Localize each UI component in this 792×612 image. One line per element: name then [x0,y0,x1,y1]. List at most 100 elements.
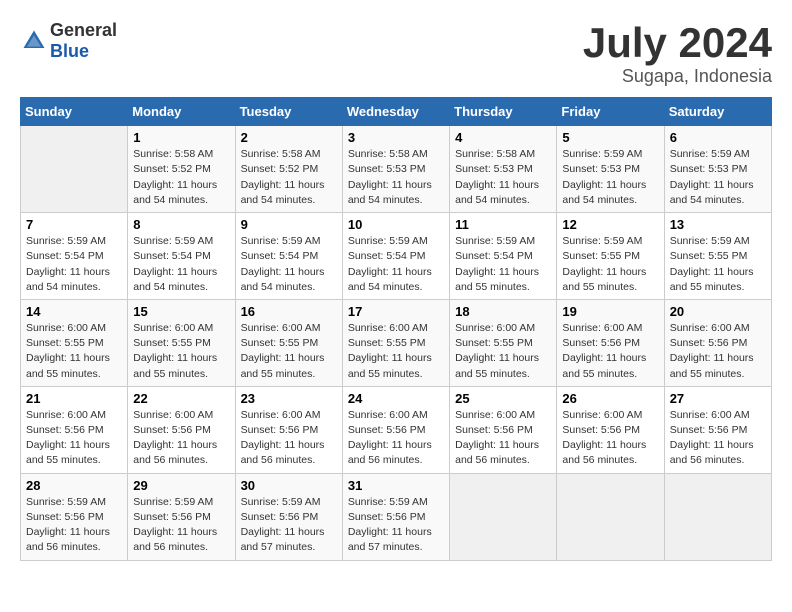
day-cell [21,126,128,213]
day-number: 14 [26,304,122,319]
day-cell: 28Sunrise: 5:59 AM Sunset: 5:56 PM Dayli… [21,473,128,560]
main-title: July 2024 [583,20,772,66]
day-info: Sunrise: 6:00 AM Sunset: 5:56 PM Dayligh… [562,321,658,382]
day-number: 19 [562,304,658,319]
day-cell: 4 Sunrise: 5:58 AM Sunset: 5:53 PM Daylig… [450,126,557,213]
day-cell: 10 Sunrise: 5:59 AM Sunset: 5:54 PM Dayli… [342,213,449,300]
day-info: Sunrise: 6:00 AM Sunset: 5:55 PM Dayligh… [133,321,229,382]
day-info: Sunrise: 6:00 AM Sunset: 5:55 PM Dayligh… [26,321,122,382]
day-cell: 29Sunrise: 5:59 AM Sunset: 5:56 PM Dayli… [128,473,235,560]
day-number: 5 [562,130,658,145]
day-info: Sunrise: 6:00 AM Sunset: 5:56 PM Dayligh… [670,408,766,469]
day-info: Sunrise: 5:59 AM Sunset: 5:54 PM Dayligh… [455,234,551,295]
day-number: 24 [348,391,444,406]
week-row-4: 28Sunrise: 5:59 AM Sunset: 5:56 PM Dayli… [21,473,772,560]
day-info: Sunrise: 5:59 AM Sunset: 5:54 PM Dayligh… [348,234,444,295]
day-number: 4 [455,130,551,145]
day-number: 3 [348,130,444,145]
day-cell: 17Sunrise: 6:00 AM Sunset: 5:55 PM Dayli… [342,299,449,386]
day-cell: 13 Sunrise: 5:59 AM Sunset: 5:55 PM Dayli… [664,213,771,300]
day-number: 10 [348,217,444,232]
day-number: 30 [241,478,337,493]
day-cell: 12 Sunrise: 5:59 AM Sunset: 5:55 PM Dayli… [557,213,664,300]
header-cell-wednesday: Wednesday [342,98,449,126]
day-cell [450,473,557,560]
day-info: Sunrise: 5:59 AM Sunset: 5:54 PM Dayligh… [26,234,122,295]
day-info: Sunrise: 6:00 AM Sunset: 5:55 PM Dayligh… [241,321,337,382]
header-cell-saturday: Saturday [664,98,771,126]
day-number: 15 [133,304,229,319]
day-number: 1 [133,130,229,145]
day-number: 8 [133,217,229,232]
day-cell: 27 Sunrise: 6:00 AM Sunset: 5:56 PM Dayli… [664,386,771,473]
header-cell-monday: Monday [128,98,235,126]
day-number: 9 [241,217,337,232]
day-cell: 9 Sunrise: 5:59 AM Sunset: 5:54 PM Daylig… [235,213,342,300]
day-number: 26 [562,391,658,406]
day-number: 12 [562,217,658,232]
day-cell [557,473,664,560]
header: General Blue July 2024 Sugapa, Indonesia [20,20,772,87]
day-info: Sunrise: 5:59 AM Sunset: 5:55 PM Dayligh… [562,234,658,295]
day-cell: 24Sunrise: 6:00 AM Sunset: 5:56 PM Dayli… [342,386,449,473]
header-cell-thursday: Thursday [450,98,557,126]
header-row: SundayMondayTuesdayWednesdayThursdayFrid… [21,98,772,126]
week-row-3: 21 Sunrise: 6:00 AM Sunset: 5:56 PM Dayli… [21,386,772,473]
day-cell: 16 Sunrise: 6:00 AM Sunset: 5:55 PM Dayli… [235,299,342,386]
day-number: 22 [133,391,229,406]
day-number: 18 [455,304,551,319]
day-info: Sunrise: 6:00 AM Sunset: 5:56 PM Dayligh… [26,408,122,469]
day-info: Sunrise: 5:58 AM Sunset: 5:53 PM Dayligh… [348,147,444,208]
day-info: Sunrise: 6:00 AM Sunset: 5:56 PM Dayligh… [241,408,337,469]
day-cell: 15 Sunrise: 6:00 AM Sunset: 5:55 PM Dayli… [128,299,235,386]
day-number: 20 [670,304,766,319]
day-cell: 14 Sunrise: 6:00 AM Sunset: 5:55 PM Dayli… [21,299,128,386]
day-info: Sunrise: 5:59 AM Sunset: 5:55 PM Dayligh… [670,234,766,295]
day-info: Sunrise: 6:00 AM Sunset: 5:56 PM Dayligh… [670,321,766,382]
day-cell: 5 Sunrise: 5:59 AM Sunset: 5:53 PM Daylig… [557,126,664,213]
day-number: 16 [241,304,337,319]
day-number: 21 [26,391,122,406]
day-cell: 6 Sunrise: 5:59 AM Sunset: 5:53 PM Daylig… [664,126,771,213]
day-info: Sunrise: 5:59 AM Sunset: 5:53 PM Dayligh… [670,147,766,208]
day-cell: 7 Sunrise: 5:59 AM Sunset: 5:54 PM Daylig… [21,213,128,300]
day-cell: 31Sunrise: 5:59 AM Sunset: 5:56 PM Dayli… [342,473,449,560]
day-cell: 26Sunrise: 6:00 AM Sunset: 5:56 PM Dayli… [557,386,664,473]
week-row-0: 1 Sunrise: 5:58 AM Sunset: 5:52 PM Daylig… [21,126,772,213]
day-cell: 1 Sunrise: 5:58 AM Sunset: 5:52 PM Daylig… [128,126,235,213]
day-cell: 8Sunrise: 5:59 AM Sunset: 5:54 PM Daylig… [128,213,235,300]
week-row-2: 14 Sunrise: 6:00 AM Sunset: 5:55 PM Dayli… [21,299,772,386]
day-number: 27 [670,391,766,406]
day-number: 31 [348,478,444,493]
day-info: Sunrise: 5:58 AM Sunset: 5:53 PM Dayligh… [455,147,551,208]
day-number: 23 [241,391,337,406]
logo-icon [20,27,48,55]
day-info: Sunrise: 6:00 AM Sunset: 5:55 PM Dayligh… [455,321,551,382]
day-number: 25 [455,391,551,406]
day-info: Sunrise: 5:59 AM Sunset: 5:56 PM Dayligh… [133,495,229,556]
day-cell: 18 Sunrise: 6:00 AM Sunset: 5:55 PM Dayli… [450,299,557,386]
day-number: 11 [455,217,551,232]
day-info: Sunrise: 5:59 AM Sunset: 5:53 PM Dayligh… [562,147,658,208]
week-row-1: 7 Sunrise: 5:59 AM Sunset: 5:54 PM Daylig… [21,213,772,300]
day-cell: 25 Sunrise: 6:00 AM Sunset: 5:56 PM Dayli… [450,386,557,473]
header-cell-friday: Friday [557,98,664,126]
day-info: Sunrise: 5:58 AM Sunset: 5:52 PM Dayligh… [241,147,337,208]
day-info: Sunrise: 5:59 AM Sunset: 5:54 PM Dayligh… [241,234,337,295]
day-cell: 21 Sunrise: 6:00 AM Sunset: 5:56 PM Dayli… [21,386,128,473]
day-number: 7 [26,217,122,232]
subtitle: Sugapa, Indonesia [583,66,772,87]
day-info: Sunrise: 5:59 AM Sunset: 5:56 PM Dayligh… [241,495,337,556]
day-number: 2 [241,130,337,145]
day-cell: 19 Sunrise: 6:00 AM Sunset: 5:56 PM Dayli… [557,299,664,386]
day-info: Sunrise: 6:00 AM Sunset: 5:56 PM Dayligh… [455,408,551,469]
day-number: 13 [670,217,766,232]
calendar-body: 1 Sunrise: 5:58 AM Sunset: 5:52 PM Daylig… [21,126,772,560]
day-cell: 2 Sunrise: 5:58 AM Sunset: 5:52 PM Daylig… [235,126,342,213]
day-number: 6 [670,130,766,145]
title-area: July 2024 Sugapa, Indonesia [583,20,772,87]
day-info: Sunrise: 5:58 AM Sunset: 5:52 PM Dayligh… [133,147,229,208]
logo-general-text: General [50,20,117,40]
day-info: Sunrise: 5:59 AM Sunset: 5:56 PM Dayligh… [26,495,122,556]
day-cell: 22Sunrise: 6:00 AM Sunset: 5:56 PM Dayli… [128,386,235,473]
